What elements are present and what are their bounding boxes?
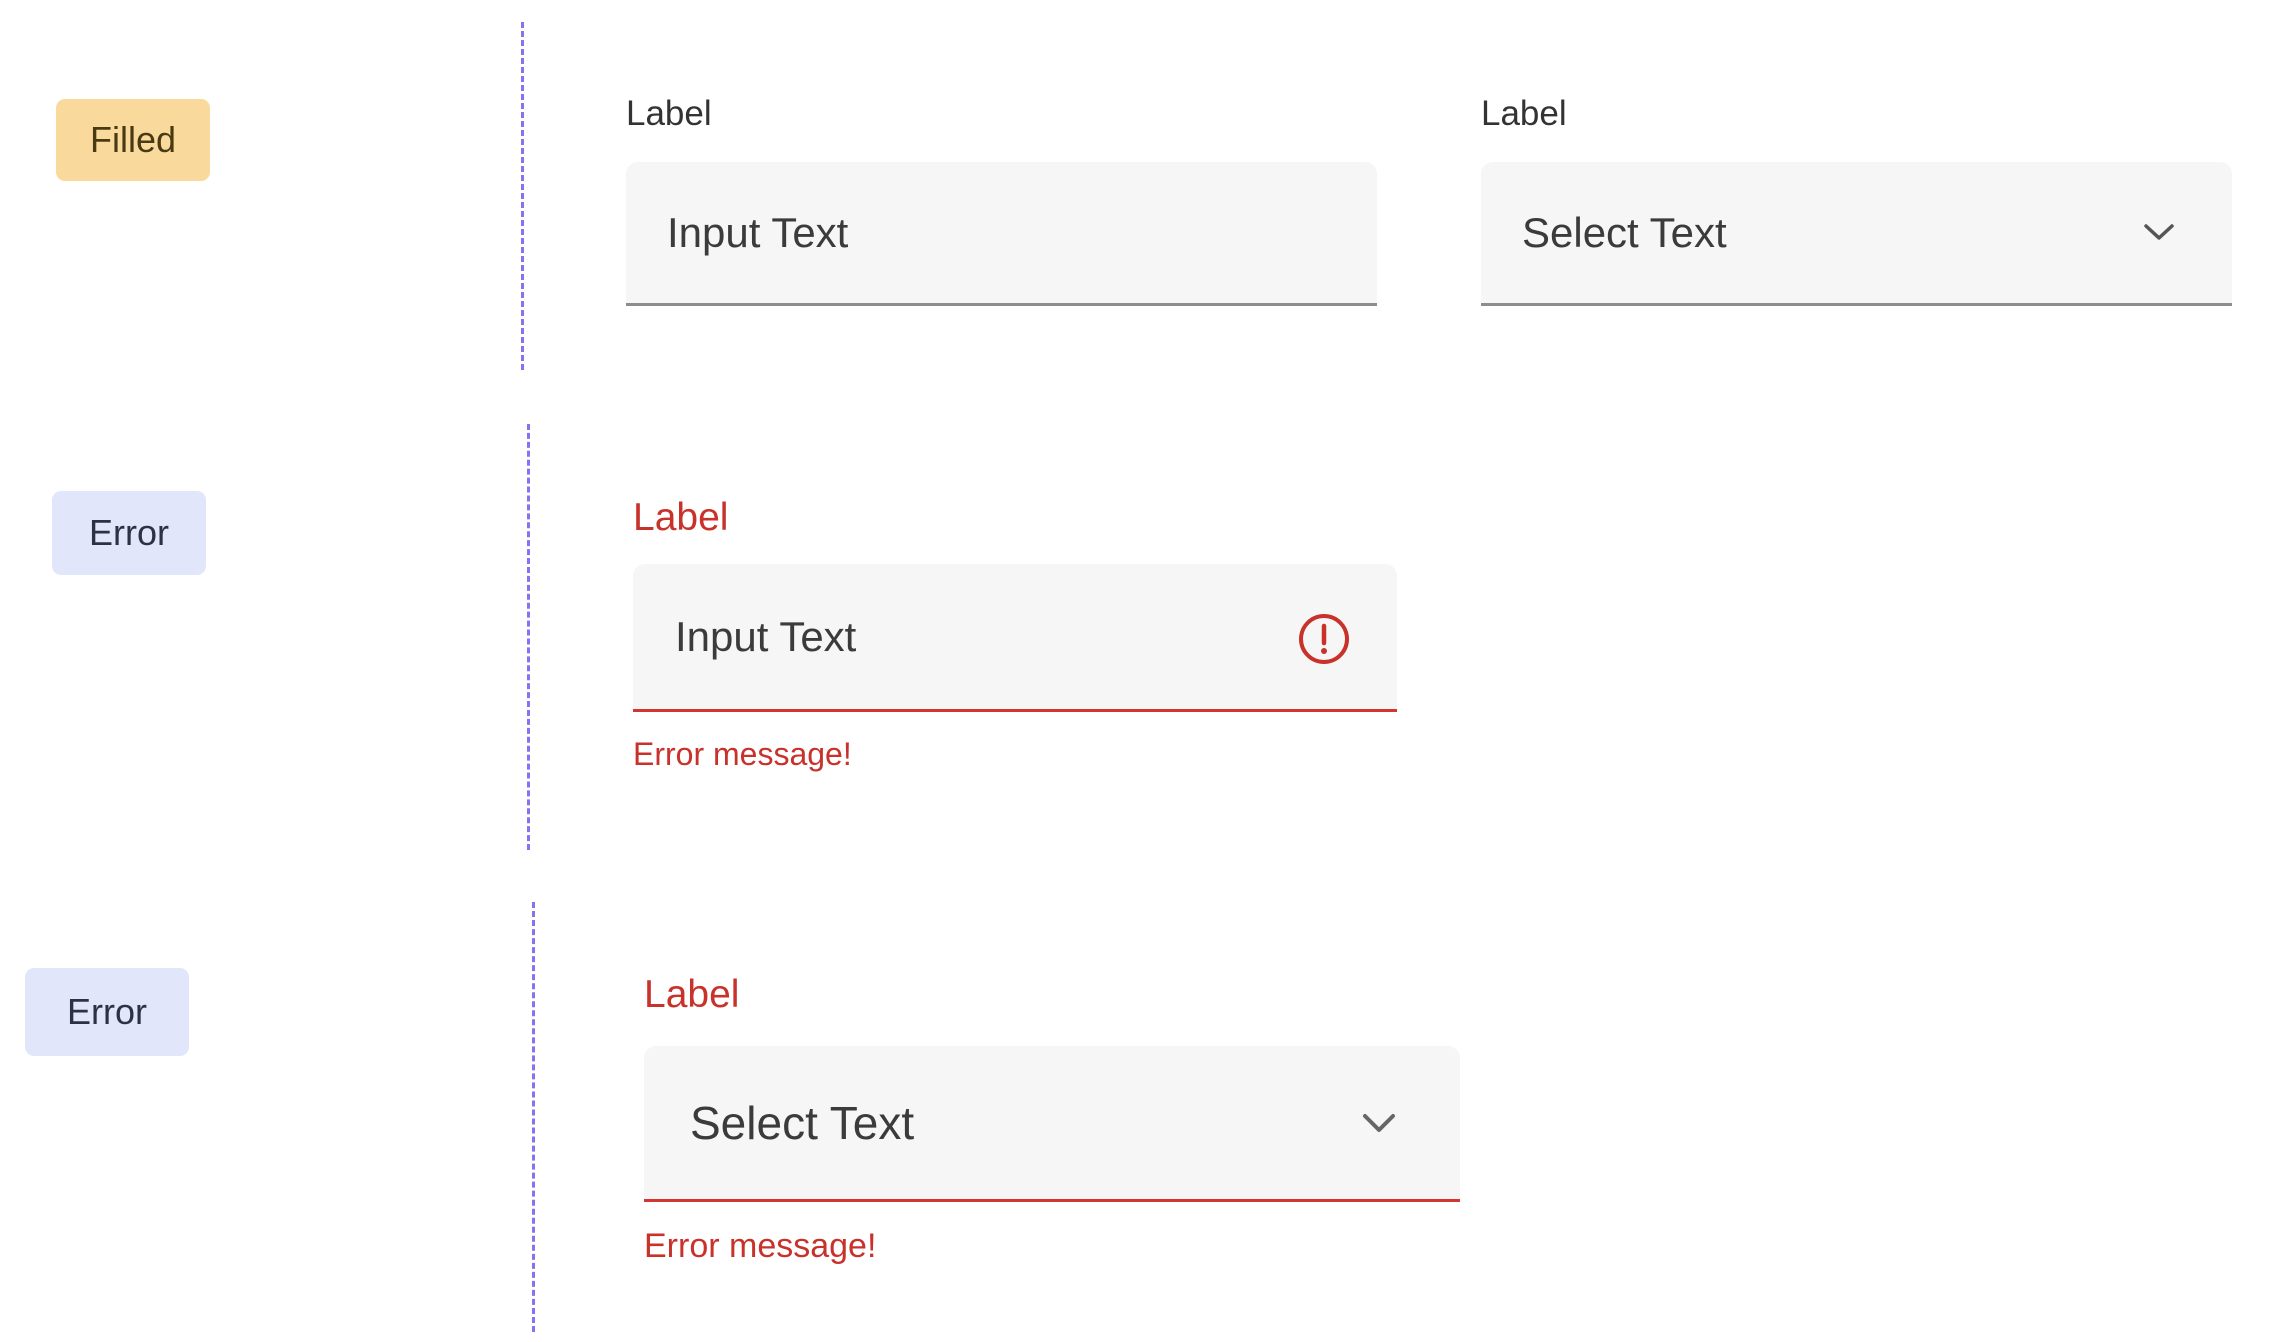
component-states-canvas: Filled Label Input Text Label Select Tex…	[0, 0, 2292, 1342]
section-divider-filled	[521, 22, 524, 370]
select-label-error: Label	[644, 973, 740, 1016]
input-label: Label	[626, 94, 712, 133]
select-error[interactable]: Select Text	[644, 1046, 1460, 1202]
text-input-filled[interactable]: Input Text	[626, 162, 1377, 306]
error-alert-icon	[1297, 612, 1351, 671]
select-value: Select Text	[690, 1096, 915, 1149]
state-badge-error: Error	[52, 491, 206, 575]
select-value: Select Text	[1522, 208, 1727, 256]
state-badge-filled: Filled	[56, 99, 210, 181]
select-filled[interactable]: Select Text	[1481, 162, 2232, 306]
input-value: Input Text	[667, 208, 849, 256]
chevron-down-icon	[2141, 220, 2177, 249]
text-input-error[interactable]: Input Text	[633, 564, 1397, 712]
input-value: Input Text	[675, 612, 857, 660]
select-label: Label	[1481, 94, 1567, 133]
error-message: Error message!	[644, 1227, 877, 1265]
state-badge-error: Error	[25, 968, 189, 1056]
section-divider-error-input	[527, 424, 530, 850]
chevron-down-icon	[1359, 1110, 1399, 1141]
error-message: Error message!	[633, 736, 852, 772]
section-divider-error-select	[532, 902, 535, 1332]
input-label-error: Label	[633, 496, 729, 539]
